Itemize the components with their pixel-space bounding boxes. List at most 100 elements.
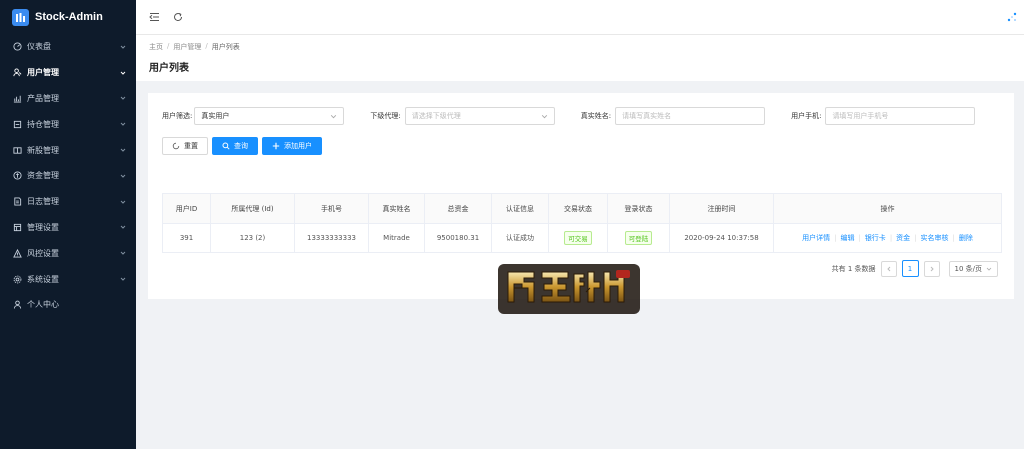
filter-row: 用户筛选: 真实用户 下级代理: 请选择下级代理 真实姓名: 请填写真实姓名 用… xyxy=(162,107,976,125)
col-user-id: 用户ID xyxy=(162,193,211,224)
top-bar xyxy=(136,0,1024,34)
refresh-icon[interactable] xyxy=(172,11,184,23)
plus-icon xyxy=(272,142,280,150)
chevron-down-icon xyxy=(120,95,126,101)
pagination: 共有 1 条数据 1 10 条/页 xyxy=(832,260,998,277)
breadcrumb-home[interactable]: 主页 xyxy=(149,42,163,52)
phone-input[interactable]: 请填写用户手机号 xyxy=(825,107,976,125)
table-header-row: 用户ID 所属代理 (Id) 手机号 真实姓名 总资金 认证信息 交易状态 登录… xyxy=(162,193,1002,224)
chevron-down-icon xyxy=(541,114,547,118)
funds-icon xyxy=(12,171,22,181)
cell-phone: 13333333333 xyxy=(294,223,369,253)
edit-link[interactable]: 编辑 xyxy=(836,233,858,243)
sidebar-item-logs[interactable]: 日志管理 xyxy=(0,189,136,215)
col-auth-info: 认证信息 xyxy=(491,193,549,224)
user-detail-link[interactable]: 用户详情 xyxy=(798,233,834,243)
kyc-review-link[interactable]: 实名审核 xyxy=(917,233,953,243)
funds-link[interactable]: 资金 xyxy=(892,233,914,243)
page-header: 主页 / 用户管理 / 用户列表 用户列表 xyxy=(136,34,1024,81)
page-size-select[interactable]: 10 条/页 xyxy=(948,260,998,277)
breadcrumb-users[interactable]: 用户管理 xyxy=(173,42,201,52)
admin-settings-icon xyxy=(12,222,22,232)
cell-login-status: 可登陆 xyxy=(607,223,670,253)
cell-agent: 123 (2) xyxy=(210,223,295,253)
breadcrumb: 主页 / 用户管理 / 用户列表 xyxy=(149,42,1024,52)
chevron-down-icon xyxy=(331,114,337,118)
log-icon xyxy=(12,197,22,207)
sidebar-item-dashboard[interactable]: 仪表盘 xyxy=(0,34,136,60)
cell-real-name: Mitrade xyxy=(368,223,425,253)
agent-label: 下级代理: xyxy=(370,112,401,120)
sidebar-item-users[interactable]: 用户管理 xyxy=(0,60,136,86)
prev-page-button[interactable] xyxy=(880,260,897,277)
real-name-input[interactable]: 请填写真实姓名 xyxy=(615,107,766,125)
reset-label: 重置 xyxy=(184,142,198,150)
sidebar-item-label: 管理设置 xyxy=(27,222,59,232)
cell-auth-info: 认证成功 xyxy=(491,223,549,253)
col-agent: 所属代理 (Id) xyxy=(210,193,295,224)
sidebar-item-risk[interactable]: 风控设置 xyxy=(0,240,136,266)
breadcrumb-current: 用户列表 xyxy=(211,43,240,51)
sidebar-item-label: 产品管理 xyxy=(27,93,59,103)
chevron-down-icon xyxy=(120,276,126,282)
chevron-down-icon xyxy=(120,250,126,256)
sidebar-item-profile[interactable]: 个人中心 xyxy=(0,292,136,318)
sidebar-item-ipo[interactable]: 新股管理 xyxy=(0,137,136,163)
col-login-status: 登录状态 xyxy=(607,193,670,224)
chevron-down-icon xyxy=(986,267,992,271)
search-icon xyxy=(222,142,230,150)
operation-links: 用户详情 | 编辑 | 银行卡 | 资金 | 实名审核 | 删除 xyxy=(774,233,1001,243)
next-page-button[interactable] xyxy=(923,260,940,277)
menu-fold-icon[interactable] xyxy=(148,11,160,23)
ipo-icon xyxy=(12,145,22,155)
reset-icon xyxy=(172,142,180,150)
sidebar-item-products[interactable]: 产品管理 xyxy=(0,86,136,112)
col-reg-time: 注册时间 xyxy=(669,193,774,224)
real-name-label: 真实姓名: xyxy=(580,112,612,120)
col-phone: 手机号 xyxy=(294,193,369,224)
product-chart-icon xyxy=(12,93,22,103)
sidebar-item-label: 仪表盘 xyxy=(27,42,51,52)
login-status-badge: 可登陆 xyxy=(624,231,653,245)
page-size-value: 10 条/页 xyxy=(954,264,983,273)
sidebar-item-positions[interactable]: 持仓管理 xyxy=(0,111,136,137)
col-trade-status: 交易状态 xyxy=(548,193,608,224)
users-icon xyxy=(12,68,22,78)
phone-placeholder: 请填写用户手机号 xyxy=(832,112,889,120)
delete-link[interactable]: 删除 xyxy=(955,233,977,243)
breadcrumb-separator: / xyxy=(167,42,170,50)
position-icon xyxy=(12,119,22,129)
chevron-down-icon xyxy=(120,44,126,50)
agent-select[interactable]: 请选择下级代理 xyxy=(404,107,555,125)
page-number-current[interactable]: 1 xyxy=(901,260,919,277)
agent-placeholder: 请选择下级代理 xyxy=(411,112,461,120)
add-user-label: 添加用户 xyxy=(284,142,312,150)
chevron-down-icon xyxy=(120,199,126,205)
page-title: 用户列表 xyxy=(149,63,189,74)
logo-icon xyxy=(12,8,29,26)
sidebar-item-admin-settings[interactable]: 管理设置 xyxy=(0,215,136,241)
brand[interactable]: Stock-Admin xyxy=(0,0,136,34)
sidebar-item-label: 资金管理 xyxy=(27,171,59,181)
user-filter-select[interactable]: 真实用户 xyxy=(194,107,345,125)
sidebar-item-label: 日志管理 xyxy=(27,197,59,207)
cell-trade-status: 可交易 xyxy=(548,223,608,253)
sidebar-item-label: 系统设置 xyxy=(27,274,59,284)
table-row: 391 123 (2) 13333333333 Mitrade 9500180.… xyxy=(162,223,1002,253)
sidebar-item-system[interactable]: 系统设置 xyxy=(0,266,136,292)
trade-status-badge: 可交易 xyxy=(564,231,592,245)
sidebar-item-funds[interactable]: 资金管理 xyxy=(0,163,136,189)
reset-button[interactable]: 重置 xyxy=(162,137,208,155)
cell-reg-time: 2020-09-24 10:37:58 xyxy=(669,223,774,253)
chevron-down-icon xyxy=(120,173,126,179)
sidebar-menu: 仪表盘 用户管理 产品管理 持仓管理 新股管理 资金管理 日志管理 管理设置 风… xyxy=(0,34,136,318)
dashboard-icon xyxy=(12,42,22,52)
breadcrumb-separator: / xyxy=(205,42,208,50)
sidebar-item-label: 用户管理 xyxy=(27,68,59,78)
col-real-name: 真实姓名 xyxy=(368,193,425,224)
loading-dots-icon[interactable] xyxy=(1006,11,1018,23)
add-user-button[interactable]: 添加用户 xyxy=(262,137,322,155)
search-button[interactable]: 查询 xyxy=(212,137,258,155)
bank-card-link[interactable]: 银行卡 xyxy=(861,233,890,243)
sidebar-item-label: 持仓管理 xyxy=(27,119,59,129)
